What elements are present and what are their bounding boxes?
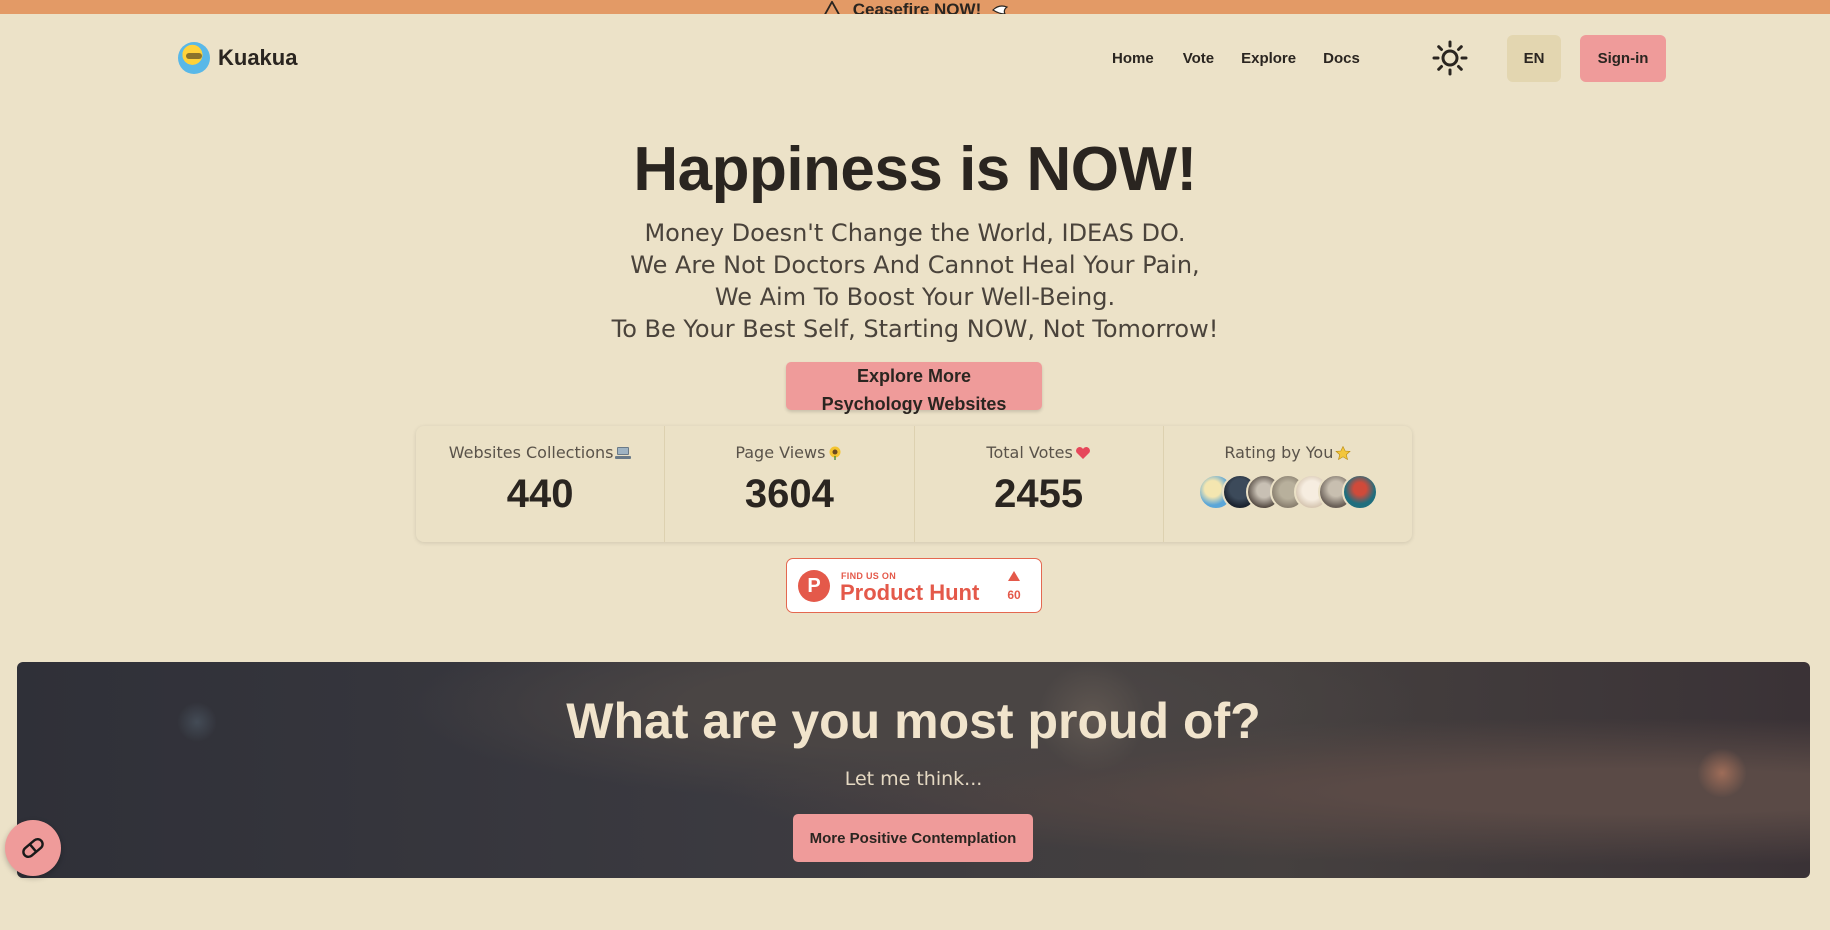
stat-value: 440: [506, 472, 574, 516]
product-hunt-icon: P: [798, 570, 830, 602]
warning-icon: [823, 0, 840, 14]
sun-icon[interactable]: [1432, 40, 1468, 76]
nav-home[interactable]: Home: [1112, 50, 1154, 67]
page: Ceasefire NOW! Kuakua Home Vote Explore …: [0, 0, 1830, 930]
duck-logo-icon: [178, 42, 210, 74]
section-title: What are you most proud of?: [566, 693, 1261, 749]
dove-icon: [992, 5, 1009, 14]
hero-line: We Aim To Boost Your Well-Being.: [714, 283, 1116, 311]
avatar[interactable]: [1341, 474, 1378, 510]
product-hunt-badge[interactable]: P FIND US ON Product Hunt 60: [786, 558, 1042, 613]
stat-label: Page Views: [735, 443, 826, 462]
announcement-banner[interactable]: Ceasefire NOW!: [0, 0, 1830, 14]
nav-vote[interactable]: Vote: [1183, 50, 1214, 67]
stat-label: Total Votes: [986, 443, 1073, 462]
sunflower-icon: [829, 446, 841, 460]
hero-line: Money Doesn't Change the World, IDEAS DO…: [644, 219, 1186, 247]
site-header: Kuakua Home Vote Explore Docs EN Sign-in: [0, 14, 1830, 100]
product-hunt-count: 60: [1007, 588, 1021, 602]
hero-subtitle: Money Doesn't Change the World, IDEAS DO…: [0, 217, 1830, 345]
stats-panel: Websites Collections 440 Page Views 3604: [416, 426, 1412, 542]
star-icon: [1335, 445, 1352, 460]
laptop-icon: [615, 446, 632, 459]
language-button[interactable]: EN: [1507, 35, 1561, 82]
stat-websites: Websites Collections 440: [416, 426, 666, 542]
stat-page-views: Page Views 3604: [665, 426, 915, 542]
contemplation-section: What are you most proud of? Let me think…: [17, 662, 1810, 878]
positive-contemplation-button[interactable]: More Positive Contemplation: [793, 814, 1033, 862]
upvote-arrow-icon: [1008, 571, 1020, 581]
explore-button-line2: Psychology Websites: [821, 394, 1007, 414]
hero-line: We Are Not Doctors And Cannot Heal Your …: [630, 251, 1200, 279]
pill-icon: [22, 837, 44, 859]
logo-text: Kuakua: [218, 45, 298, 70]
product-hunt-title: Product Hunt: [840, 580, 980, 605]
banner-text: Ceasefire NOW!: [852, 0, 982, 14]
explore-button-line1: Explore More: [856, 366, 972, 386]
site-logo[interactable]: Kuakua: [178, 42, 297, 74]
stat-rating: Rating by You: [1164, 426, 1412, 542]
section-subtitle: Let me think...: [844, 768, 983, 790]
hero-title: Happiness is NOW!: [633, 135, 1197, 204]
explore-more-button[interactable]: Explore More Psychology Websites: [786, 362, 1042, 414]
nav-explore[interactable]: Explore: [1241, 50, 1296, 67]
stat-value: 3604: [744, 472, 834, 516]
rating-avatars: [1164, 474, 1412, 510]
stat-total-votes: Total Votes 2455: [915, 426, 1164, 542]
stat-value: 2455: [994, 472, 1084, 516]
stat-label: Websites Collections: [448, 443, 614, 462]
main-nav: Home Vote Explore Docs: [1112, 50, 1360, 67]
heart-icon: [1075, 446, 1090, 459]
stat-label: Rating by You: [1224, 443, 1334, 462]
floating-action-button[interactable]: [5, 820, 61, 876]
signin-button[interactable]: Sign-in: [1580, 35, 1666, 82]
hero-line: To Be Your Best Self, Starting NOW, Not …: [611, 315, 1219, 343]
nav-docs[interactable]: Docs: [1323, 50, 1360, 67]
